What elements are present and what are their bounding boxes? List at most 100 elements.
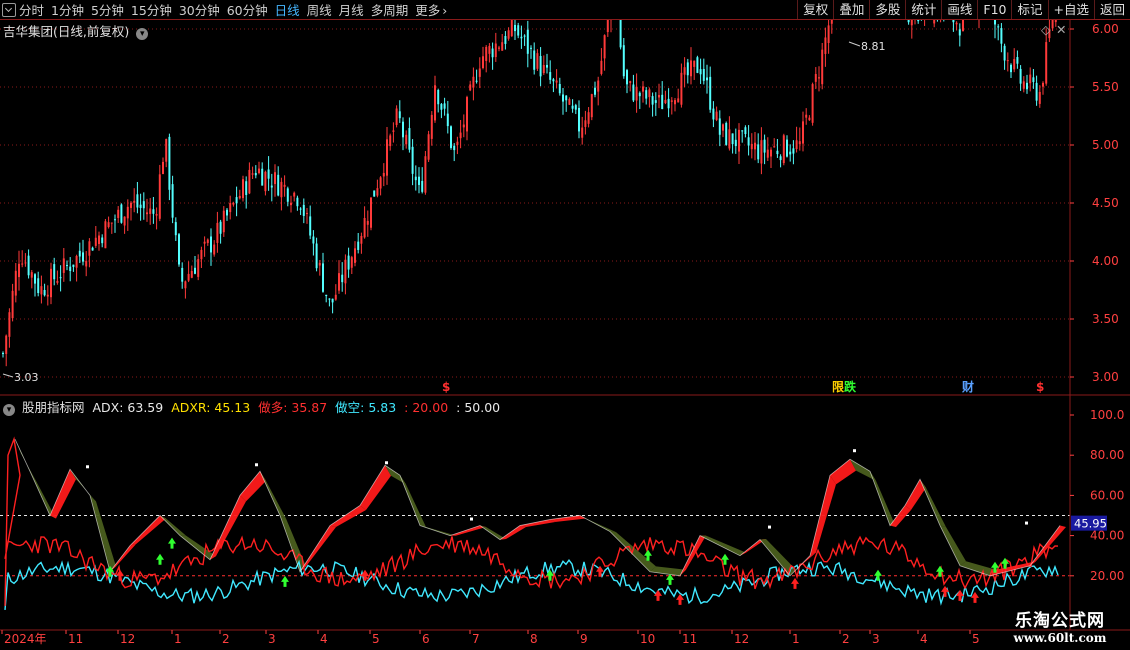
candle-body bbox=[306, 212, 308, 214]
x-tick-label: 10 bbox=[640, 632, 655, 646]
chevron-down-icon[interactable]: ▾ bbox=[3, 404, 15, 416]
x-tick-label: 7 bbox=[472, 632, 480, 646]
candle-body bbox=[75, 255, 78, 268]
adx-fill-band bbox=[330, 505, 366, 528]
candle-body bbox=[696, 57, 699, 73]
x-tick-label: 3 bbox=[872, 632, 880, 646]
candle-body bbox=[293, 192, 296, 197]
tab-period-2[interactable]: 5分钟 bbox=[91, 0, 124, 19]
tab-period-7[interactable]: 周线 bbox=[307, 0, 332, 19]
signal-arrow-icon bbox=[156, 553, 164, 565]
candle-body bbox=[1029, 74, 1032, 84]
toolbar-button-8[interactable]: 返回 bbox=[1093, 0, 1130, 19]
candle-body bbox=[462, 124, 465, 128]
peak-marker bbox=[853, 449, 856, 453]
toolbar-button-3[interactable]: 统计 bbox=[905, 0, 941, 19]
toolbar-button-1[interactable]: 叠加 bbox=[833, 0, 869, 19]
candle-body bbox=[162, 161, 164, 174]
candle-body bbox=[795, 140, 798, 150]
candle-body bbox=[142, 201, 145, 209]
candle-body bbox=[792, 148, 795, 154]
tab-period-6[interactable]: 日线 bbox=[275, 0, 300, 19]
candle-body bbox=[251, 173, 254, 175]
candle-body bbox=[133, 200, 136, 203]
candle-body bbox=[725, 122, 728, 145]
candle-body bbox=[197, 259, 200, 277]
candle-body bbox=[386, 139, 388, 176]
layout-icon[interactable] bbox=[2, 2, 16, 17]
candle-body bbox=[18, 263, 20, 278]
candle-body bbox=[242, 179, 244, 199]
current-value-label: 45.95 bbox=[1074, 517, 1107, 531]
adx-fill-band bbox=[400, 475, 426, 528]
candle-body bbox=[584, 120, 587, 127]
toolbar-button-7[interactable]: +自选 bbox=[1047, 0, 1094, 19]
candle-body bbox=[66, 265, 68, 267]
candle-body bbox=[510, 19, 513, 37]
tab-period-4[interactable]: 30分钟 bbox=[179, 0, 220, 19]
candle-body bbox=[514, 24, 516, 32]
x-tick-label: 2024年 bbox=[4, 632, 47, 646]
candle-body bbox=[366, 220, 369, 225]
candle-body bbox=[325, 294, 328, 297]
high-leader bbox=[848, 41, 861, 47]
candle-body bbox=[62, 258, 65, 273]
candle-body bbox=[299, 208, 302, 210]
indicator-name: 股朋指标网 bbox=[21, 400, 85, 415]
candle-body bbox=[504, 36, 507, 44]
tab-period-3[interactable]: 15分钟 bbox=[131, 0, 172, 19]
candle-body bbox=[395, 108, 398, 125]
candle-body bbox=[331, 298, 334, 303]
long-line bbox=[4, 436, 1059, 606]
candle-body bbox=[184, 281, 187, 289]
candle-body bbox=[59, 277, 62, 279]
candle-body bbox=[779, 156, 782, 161]
adx-fill-band bbox=[90, 495, 116, 572]
candle-body bbox=[498, 47, 500, 49]
candlestick-series: 8.81 3.03 $ 限跌 财 $ bbox=[2, 0, 1057, 394]
candle-body bbox=[651, 96, 654, 105]
toolbar-button-6[interactable]: 标记 bbox=[1011, 0, 1047, 19]
toolbar-button-5[interactable]: F10 bbox=[977, 0, 1011, 19]
candle-body bbox=[146, 212, 148, 215]
tab-period-10[interactable]: 更多 › bbox=[415, 0, 447, 19]
adx-fill-band bbox=[130, 515, 166, 546]
candle-body bbox=[552, 79, 555, 82]
adx-fill-band bbox=[890, 505, 911, 528]
candle-body bbox=[389, 135, 392, 147]
tab-period-1[interactable]: 1分钟 bbox=[51, 0, 84, 19]
ind-tick-label: 100.0 bbox=[1090, 408, 1124, 422]
toolbar-button-4[interactable]: 画线 bbox=[941, 0, 977, 19]
candle-body bbox=[254, 173, 257, 176]
candle-body bbox=[443, 103, 446, 109]
tab-period-8[interactable]: 月线 bbox=[339, 0, 364, 19]
candle-body bbox=[88, 241, 91, 256]
close-icon[interactable]: ✕ bbox=[1056, 22, 1066, 37]
tab-period-9[interactable]: 多周期 bbox=[371, 0, 409, 19]
candle-body bbox=[811, 84, 814, 123]
candle-body bbox=[539, 55, 542, 77]
tab-period-5[interactable]: 60分钟 bbox=[227, 0, 268, 19]
tab-period-0[interactable]: 分时 bbox=[19, 0, 44, 19]
candle-body bbox=[578, 107, 580, 132]
candle-body bbox=[571, 105, 574, 109]
toolbar-button-0[interactable]: 复权 bbox=[797, 0, 833, 19]
candle-body bbox=[958, 29, 961, 36]
candle-body bbox=[706, 77, 708, 81]
candle-body bbox=[107, 222, 110, 228]
adx-fill-band bbox=[160, 515, 186, 536]
candle-body bbox=[334, 294, 337, 300]
candle-body bbox=[350, 257, 353, 268]
candle-body bbox=[1026, 82, 1028, 90]
candle-body bbox=[680, 72, 683, 105]
candle-body bbox=[622, 45, 625, 77]
candle-body bbox=[501, 42, 504, 51]
adx-value: ADX: 63.59 bbox=[92, 400, 164, 415]
toolbar-button-2[interactable]: 多股 bbox=[869, 0, 905, 19]
period-toolbar: 分时 1分钟 5分钟 15分钟 30分钟 60分钟 日线 周线 月线 多周期 更多 › 复权 叠加 多股统… bbox=[0, 0, 1130, 20]
candle-body bbox=[418, 176, 420, 185]
candle-body bbox=[562, 94, 564, 102]
diamond-icon[interactable]: ◇ bbox=[1041, 22, 1051, 37]
chevron-down-icon[interactable]: ▾ bbox=[136, 28, 149, 40]
candle-body bbox=[110, 222, 113, 224]
